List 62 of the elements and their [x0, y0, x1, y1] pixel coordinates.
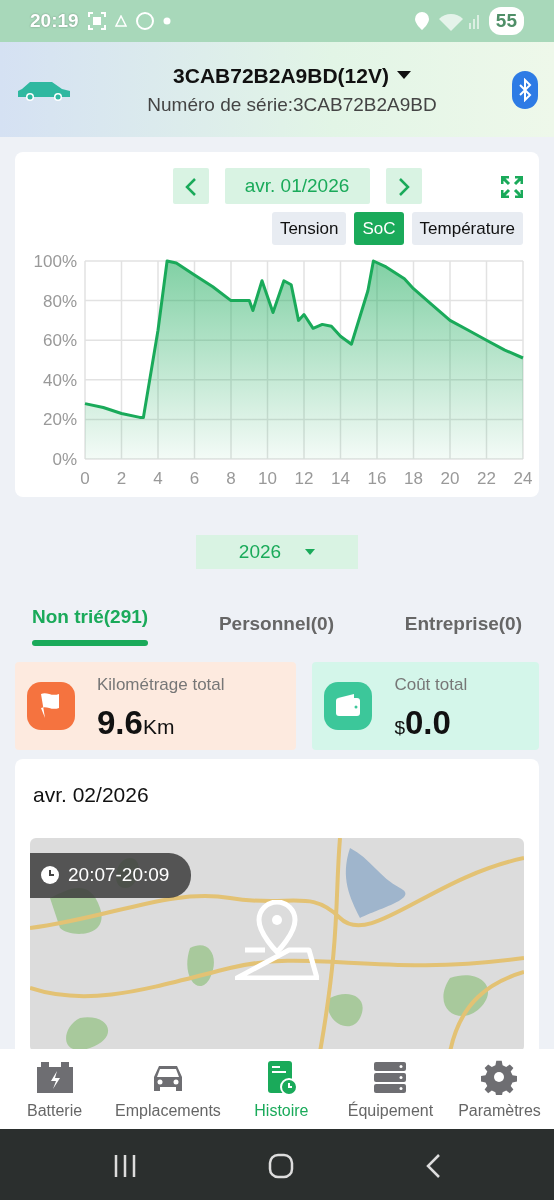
stat-value: $0.0	[394, 705, 452, 739]
x-axis-label: 8	[226, 469, 236, 488]
bluetooth-button[interactable]	[512, 70, 538, 109]
next-day-button[interactable]	[385, 168, 422, 204]
nav-tab[interactable]: Équipement	[335, 1048, 445, 1129]
x-axis-label: 20	[440, 469, 460, 488]
series-tab[interactable]: Température	[411, 212, 523, 245]
home-icon[interactable]	[268, 1153, 294, 1179]
chat-icon	[134, 11, 155, 31]
y-axis-label: 100%	[33, 252, 77, 271]
x-axis-label: 2	[116, 469, 127, 488]
previous-day-button[interactable]	[172, 168, 209, 204]
device-selector[interactable]: 3CAB72B2A9BD(12V)	[173, 59, 411, 91]
x-axis-label: 10	[258, 469, 277, 488]
nav-tab[interactable]: Histoire	[226, 1048, 336, 1129]
clock-icon	[40, 865, 60, 886]
bluetooth-icon	[518, 77, 532, 102]
chevron-right-icon	[397, 176, 410, 197]
recent-apps-icon[interactable]	[113, 1155, 138, 1177]
x-axis-label: 24	[513, 469, 533, 488]
stat-label: Coût total	[394, 674, 468, 697]
series-tab[interactable]: Tension	[271, 212, 347, 245]
fullscreen-button[interactable]	[501, 174, 523, 198]
series-tab[interactable]: SoC	[354, 212, 404, 245]
x-axis-label: 6	[189, 469, 200, 488]
x-axis-label: 22	[477, 469, 496, 488]
nav-tab[interactable]: Paramètres	[444, 1048, 554, 1129]
nav-tab[interactable]: Emplacements	[109, 1048, 227, 1129]
warning-icon	[114, 15, 127, 27]
battery-level: 55	[488, 6, 524, 36]
x-axis-label: 4	[153, 469, 163, 488]
chevron-left-icon	[184, 176, 197, 197]
settings-icon	[479, 1058, 520, 1095]
serial-number: Numéro de série:3CAB72B2A9BD	[147, 93, 437, 117]
x-axis-label: 14	[331, 469, 350, 488]
wallet-icon	[324, 681, 373, 730]
fullscreen-icon	[501, 175, 523, 198]
map-pin-icon	[235, 900, 319, 980]
stat-value: 9.6Km	[97, 705, 176, 739]
nav-tab[interactable]: Batterie	[0, 1048, 110, 1129]
x-axis-label: 18	[404, 469, 423, 488]
caret-icon	[305, 549, 316, 555]
y-axis-label: 40%	[42, 370, 77, 390]
back-icon[interactable]	[424, 1153, 441, 1179]
y-axis-label: 60%	[42, 331, 77, 351]
location-icon	[414, 12, 429, 30]
clock-time: 20:19	[30, 8, 79, 33]
flag-icon	[27, 681, 75, 730]
time-range-badge: 20:07-20:09	[30, 853, 192, 898]
y-axis-label: 80%	[42, 291, 77, 311]
trip-date: avr. 02/2026	[32, 781, 150, 808]
caret-icon	[396, 71, 411, 80]
stat-label: Kilométrage total	[97, 674, 225, 697]
x-axis-label: 0	[80, 469, 90, 488]
dot-icon	[162, 17, 171, 25]
screenshot-icon	[86, 11, 107, 31]
y-axis-label: 20%	[42, 410, 77, 430]
x-axis-label: 16	[367, 469, 387, 488]
trip-filter-tab[interactable]: Personnel(0)	[218, 603, 334, 656]
x-axis-label: 12	[294, 469, 314, 488]
trip-filter-tab[interactable]: Entreprise(0)	[404, 603, 522, 656]
y-axis-label: 0%	[52, 450, 77, 469]
